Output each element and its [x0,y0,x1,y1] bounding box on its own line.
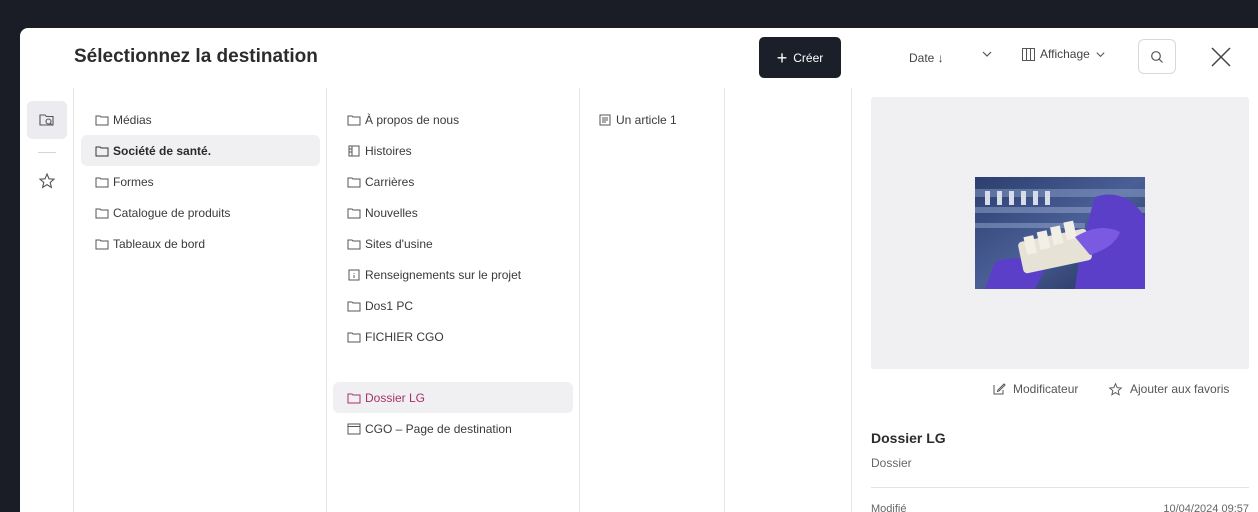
folder-item-label: CGO – Page de destination [365,421,512,436]
preview-area [871,97,1249,369]
folder-icon [347,300,361,312]
folder-item-label: Médias [113,112,152,127]
folder-icon [347,238,361,250]
rail-divider [38,152,56,153]
folder-icon [95,176,109,188]
side-rail [20,88,74,512]
view-mode-label: Affichage [1040,47,1090,61]
folder-item-label: Tableaux de bord [113,236,206,251]
detail-divider [871,487,1249,488]
columns-view-icon [1022,47,1035,61]
create-button[interactable]: + Créer [759,37,841,78]
chevron-down-icon [1096,51,1105,57]
article-icon [598,114,612,126]
folder-icon [95,114,109,126]
folder-item-carrieres[interactable]: Carrières [333,166,573,197]
close-button[interactable] [1206,42,1236,72]
folder-item-label: Dos1 PC [365,298,414,313]
folder-item-label: À propos de nous [365,112,460,127]
folder-item-label: Société de santé. [113,143,212,158]
folder-item-a-propos-de-nous[interactable]: À propos de nous [333,104,573,135]
folder-item-label: Carrières [365,174,415,189]
folder-icon [347,176,361,188]
folder-item-label: FICHIER CGO [365,329,444,344]
folder-item-fichier-cgo[interactable]: FICHIER CGO [333,321,573,352]
dialog-header: Sélectionnez la destination + Créer Date… [20,28,1258,88]
column-level-4 [725,88,852,512]
folder-item-label: Formes [113,174,154,189]
close-icon [1211,47,1231,67]
folder-item-medias[interactable]: Médias [81,104,320,135]
dialog-title: Sélectionnez la destination [74,46,318,67]
folder-item-catalogue-de-produits[interactable]: Catalogue de produits [81,197,320,228]
folder-item-cgo-page-de-destination[interactable]: CGO – Page de destination [333,413,573,444]
folder-item-dos1-pc[interactable]: Dos1 PC [333,290,573,321]
column-level-2: À propos de nous Histoires Carrières Nou… [327,88,580,512]
view-mode-dropdown[interactable]: Affichage [1022,47,1106,61]
folder-item-label: Catalogue de produits [113,205,231,220]
folder-icon [95,207,109,219]
detail-panel: Modificateur Ajouter aux favoris Dossier… [852,88,1258,512]
select-destination-dialog: Sélectionnez la destination + Créer Date… [20,28,1258,512]
folder-item-dossier-lg[interactable]: Dossier LG [333,382,573,413]
backdrop-edge [0,0,8,512]
create-button-label: Créer [793,50,824,65]
folder-icon [347,392,361,404]
column-level-1: Médias Société de santé. Formes Catalogu… [74,88,327,512]
folder-item-label: Nouvelles [365,205,418,220]
add-to-favorites-label: Ajouter aux favoris [1130,382,1230,396]
page-icon [347,423,361,435]
folder-item-histoires[interactable]: Histoires [333,135,573,166]
folder-item-nouvelles[interactable]: Nouvelles [333,197,573,228]
preview-image [975,177,1145,289]
article-item-label: Un article 1 [616,112,677,127]
folder-icon [95,238,109,250]
sort-dropdown-chevron-icon[interactable] [981,48,993,63]
modified-label: Modifié [871,503,907,512]
folder-icon [347,207,361,219]
folder-item-label: Renseignements sur le projet [365,267,522,282]
sort-by-date-button[interactable]: Date ↓ [909,51,944,65]
star-icon [1108,381,1123,396]
folder-item-renseignements-sur-le-projet[interactable]: Renseignements sur le projet [333,259,573,290]
folder-icon [95,145,109,157]
folder-item-sites-dusine[interactable]: Sites d'usine [333,228,573,259]
search-button[interactable] [1138,39,1176,74]
plus-icon: + [776,47,788,68]
detail-item-name: Dossier LG [871,430,946,446]
folder-icon [347,114,361,126]
stories-icon [347,145,361,157]
add-to-favorites-button[interactable]: Ajouter aux favoris [1108,379,1229,399]
browse-search-icon [39,114,54,126]
folder-item-label: Dossier LG [365,390,426,405]
folder-item-label: Histoires [365,143,412,158]
folder-item-label: Sites d'usine [365,236,433,251]
folder-icon [347,331,361,343]
detail-item-type: Dossier [871,456,912,470]
search-icon [1151,50,1163,63]
info-page-icon [347,269,361,281]
folder-item-formes[interactable]: Formes [81,166,320,197]
favorites-button[interactable] [27,162,67,200]
folder-item-tableaux-de-bord[interactable]: Tableaux de bord [81,228,320,259]
modifier-button[interactable]: Modificateur [992,379,1078,399]
modifier-label: Modificateur [1013,382,1079,396]
article-item-un-article-1[interactable]: Un article 1 [592,104,717,135]
star-icon [38,172,56,189]
column-level-3: Un article 1 [580,88,725,512]
browse-button[interactable] [27,101,67,139]
edit-icon [993,383,1006,395]
folder-item-societe-de-sante[interactable]: Société de santé. [81,135,320,166]
modified-value: 10/04/2024 09:57 [1163,503,1249,512]
